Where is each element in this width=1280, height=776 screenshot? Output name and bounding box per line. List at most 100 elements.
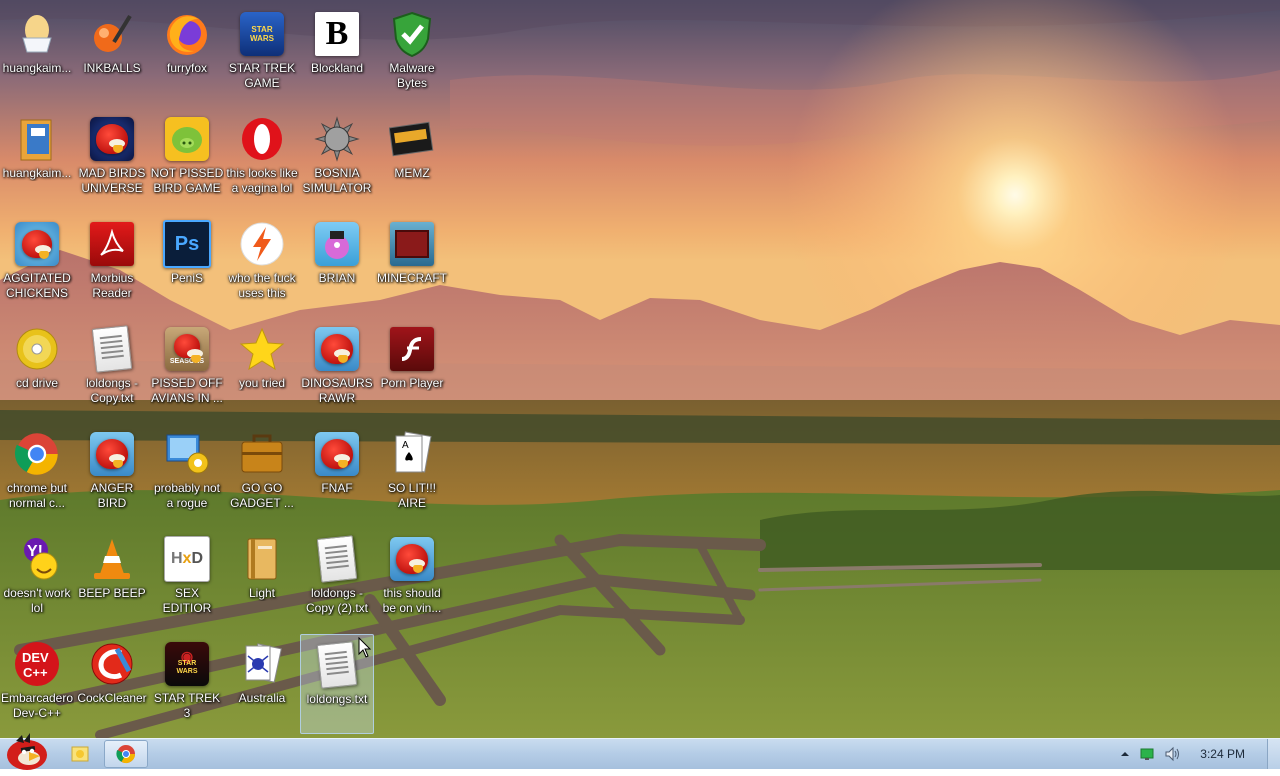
folder-book-icon (13, 115, 61, 163)
desktop-icon-label: probably not a rogue (153, 481, 221, 510)
desktop-icon[interactable]: you tried (225, 319, 299, 419)
lightning-app-icon (238, 220, 286, 268)
desktop-icon[interactable]: ANGER BIRD (75, 424, 149, 524)
desktop-icon-label: Morbius Reader (90, 271, 134, 300)
desktop-icon[interactable]: DINOSAURS RAWR (300, 319, 374, 419)
desktop-icon[interactable]: who the fuck uses this (225, 214, 299, 314)
desktop-icon-label: Embarcadero Dev-C++ (0, 691, 74, 720)
desktop-icon[interactable]: STAR WARS STAR TREK GAME (225, 4, 299, 104)
desktop-icon[interactable]: this should be on vin... (375, 529, 449, 629)
desktop-icon-label: MAD BIRDS UNIVERSE (78, 166, 146, 195)
chrome-icon (116, 745, 135, 764)
svg-text:A: A (402, 440, 409, 451)
desktop-icon-label: loldongs.txt (306, 692, 368, 706)
desktop-icon[interactable]: NOT PISSED BIRD GAME (150, 109, 224, 209)
desktop-icon[interactable]: Australia (225, 634, 299, 734)
book-icon (238, 535, 286, 583)
desktop-icon-label: Blockland (310, 61, 364, 75)
desktop-icon[interactable]: BRIAN (300, 214, 374, 314)
angry-bird-icon (88, 430, 136, 478)
desktop-icon-label: huangkaim... (2, 61, 72, 75)
desktop-icon[interactable]: furryfox (150, 4, 224, 104)
desktop-icon-label: cd drive (15, 376, 59, 390)
network-status[interactable] (1140, 747, 1154, 761)
desktop-icon[interactable]: MINECRAFT (375, 214, 449, 314)
desktop-icon-label: who the fuck uses this (228, 271, 296, 300)
desktop-icon-label: huangkaim... (2, 166, 72, 180)
desktop-icon[interactable]: this looks like a vagina lol (225, 109, 299, 209)
photoshop-icon: Ps (163, 220, 211, 268)
system-tray: 3:24 PM (1120, 739, 1280, 769)
desktop-icon-label: SO LIT!!! AIRE (387, 481, 436, 510)
desktop-icon[interactable]: GO GO GADGET ... (225, 424, 299, 524)
desktop-icon-label: INKBALLS (83, 61, 141, 75)
opera-icon (238, 115, 286, 163)
taskbar: 3:24 PM (0, 733, 1280, 770)
desktop-icon-label: PeniS (170, 271, 204, 285)
desktop-icon-label: chrome but normal c... (6, 481, 68, 510)
desktop-icon[interactable]: Porn Player (375, 319, 449, 419)
desktop-icon[interactable]: Hx D SEX EDITIOR (150, 529, 224, 629)
desktop-icon[interactable]: loldongs - Copy (2).txt (300, 529, 374, 629)
desktop-icon-label: BOSNIA SIMULATOR (302, 166, 372, 195)
desktop-icon[interactable]: BOSNIA SIMULATOR (300, 109, 374, 209)
desktop-icon[interactable]: INKBALLS (75, 4, 149, 104)
desktop-icon-label: you tried (238, 376, 286, 390)
desktop-icon[interactable]: probably not a rogue (150, 424, 224, 524)
desktop-icon[interactable]: DEV C++ Embarcadero Dev-C++ (0, 634, 74, 734)
show-hidden-icons-button[interactable] (1120, 750, 1130, 758)
desktop-icon-label: NOT PISSED BIRD GAME (150, 166, 224, 195)
desktop-icon-label: STAR TREK GAME (228, 61, 296, 90)
taskbar-clock[interactable]: 3:24 PM (1200, 747, 1245, 761)
desktop-icon[interactable]: Morbius Reader (75, 214, 149, 314)
firefox-icon (163, 10, 211, 58)
desktop-icon[interactable]: Malware Bytes (375, 4, 449, 104)
blockland-icon: B (313, 10, 361, 58)
start-button[interactable] (2, 733, 52, 771)
desktop-icon[interactable]: MEMZ (375, 109, 449, 209)
computer-gears-icon (163, 430, 211, 478)
desktop-icon[interactable]: CockCleaner (75, 634, 149, 734)
desktop-icon[interactable]: cd drive (0, 319, 74, 419)
chevron-up-icon (1121, 752, 1130, 756)
desktop-icon-label: Australia (238, 691, 286, 705)
show-desktop-button[interactable] (1267, 739, 1280, 769)
desktop-icon-label: STAR TREK 3 (153, 691, 221, 720)
taskbar-sticky-notes-button[interactable] (58, 740, 102, 768)
desktop-icon[interactable]: MAD BIRDS UNIVERSE (75, 109, 149, 209)
flash-player-icon (388, 325, 436, 373)
desktop-icon-label: AGGITATED CHICKENS I... (3, 271, 71, 300)
desktop-icon[interactable]: loldongs - Copy.txt (75, 319, 149, 419)
desktop-icon[interactable]: ◉ STAR WARS STAR TREK 3 (150, 634, 224, 734)
mouse-cursor-icon (358, 637, 372, 658)
desktop-icon-label: BRIAN (318, 271, 356, 285)
desktop-icon[interactable]: B Blockland (300, 4, 374, 104)
angry-birds-space-icon (88, 115, 136, 163)
desktop-icon[interactable]: huangkaim... (0, 109, 74, 209)
desktop-icon[interactable]: SEASONS PISSED OFF AVIANS IN ... (150, 319, 224, 419)
volume-control[interactable] (1164, 746, 1182, 762)
taskbar-chrome-button[interactable] (104, 740, 148, 768)
desktop-icon[interactable]: chrome but normal c... (0, 424, 74, 524)
egg-icon (13, 10, 61, 58)
desktop-icon[interactable]: BEEP BEEP (75, 529, 149, 629)
desktop-icon[interactable]: Light (225, 529, 299, 629)
desktop-icon-label: DINOSAURS RAWR (301, 376, 373, 405)
briefcase-icon (238, 430, 286, 478)
pdf-reader-icon (88, 220, 136, 268)
desktop-icon[interactable]: A SO LIT!!! AIRE (375, 424, 449, 524)
desktop-icon-label: furryfox (166, 61, 207, 75)
desktop-icon[interactable]: Y! doesn't work lol (0, 529, 74, 629)
cd-drive-icon (13, 325, 61, 373)
chrome-icon (13, 430, 61, 478)
desktop-icon-label: Light (248, 586, 276, 600)
desktop-icon[interactable]: AGGITATED CHICKENS I... (0, 214, 74, 314)
desktop-icon[interactable]: huangkaim... (0, 4, 74, 104)
desktop-icon-label: GO GO GADGET ... (230, 481, 294, 510)
desktop-icon[interactable]: FNAF (300, 424, 374, 524)
desktop-icon-label: MEMZ (394, 166, 430, 180)
desktop-icon[interactable]: Ps PeniS (150, 214, 224, 314)
yahoo-messenger-icon: Y! (13, 535, 61, 583)
desktop-icon-label: FNAF (321, 481, 353, 495)
desktop-icon-label: CockCleaner (77, 691, 147, 705)
